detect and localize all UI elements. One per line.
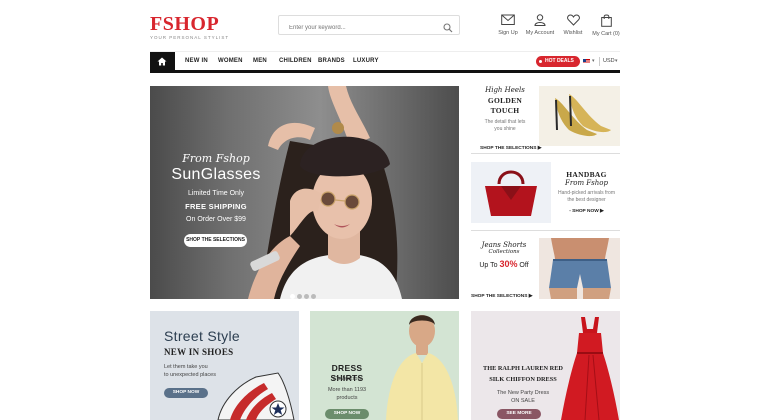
banner-desc: The New Party Dress ON SALE: [474, 389, 572, 405]
banner-desc-line: More than 1193: [327, 387, 367, 393]
logo-text: FSHOP: [150, 13, 220, 35]
banner-street-style[interactable]: Street Style NEW IN SHOES Let them take …: [150, 311, 299, 420]
promo-shop-link[interactable]: SHOP THE SELECTIONS ▶: [480, 146, 541, 151]
logo-tagline: YOUR PERSONAL STYLIST: [150, 35, 230, 40]
slider-dots: [290, 286, 318, 299]
promo-desc-line: you shine: [494, 126, 516, 132]
banner-desc-line: ON SALE: [511, 398, 535, 404]
promo-desc: Hand-picked arrivals from the best design…: [553, 190, 620, 204]
promo-script: Jeans Shorts: [481, 241, 527, 249]
main-nav: NEW IN WOMEN MEN CHILDREN BRANDS LUXURY …: [150, 51, 620, 73]
heart-icon: [555, 14, 591, 26]
header-links: Sign Up My Account Wishlist My Cart (0): [490, 14, 625, 40]
banner-desc-line: Let them take you: [164, 364, 208, 370]
hero-slider[interactable]: From Fshop SunGlasses Limited Time Only …: [150, 86, 459, 299]
promo-divider: [471, 230, 620, 231]
promo-desc-line: The detail that lets: [484, 119, 526, 125]
promo-text: Jeans Shorts Collections Up To 30% Off: [471, 241, 537, 269]
promo-discount-value: 30%: [499, 259, 518, 269]
home-button[interactable]: [150, 52, 175, 71]
cart-label: My Cart (0): [592, 31, 620, 37]
hero-text: From Fshop SunGlasses Limited Time Only …: [170, 152, 262, 224]
signup-label: Sign Up: [498, 30, 518, 36]
nav-men[interactable]: MEN: [253, 58, 267, 64]
nav-women[interactable]: WOMEN: [218, 58, 243, 64]
jeans-shorts-image: [539, 238, 620, 299]
nav-separator: [599, 57, 600, 66]
wishlist-link[interactable]: Wishlist: [555, 14, 591, 36]
hero-line-2: FREE SHIPPING: [185, 202, 247, 211]
hero-line-3: On Order Over $99: [186, 216, 246, 223]
promo-jeans-shorts[interactable]: Jeans Shorts Collections Up To 30% Off S…: [471, 238, 620, 299]
currency-chevron-down-icon[interactable]: ▾: [615, 58, 618, 64]
promo-discount-post: Off: [517, 262, 529, 269]
promo-title: GOLDEN TOUCH: [487, 96, 523, 115]
slider-dot[interactable]: [311, 294, 316, 299]
promo-title: HANDBAG: [566, 170, 607, 179]
promo-discount: Up To 30% Off: [471, 259, 537, 269]
slider-dot[interactable]: [297, 294, 302, 299]
banner-title-line: SILK CHIFFON DRESS: [489, 376, 557, 383]
wishlist-label: Wishlist: [563, 30, 583, 36]
currency-selector[interactable]: USD: [603, 58, 615, 64]
promo-text: High Heels GOLDEN TOUCH The detail that l…: [471, 86, 539, 133]
promo-script-2: Collections: [488, 249, 520, 255]
promo-shop-link[interactable]: SHOP THE SELECTIONS ▶: [471, 294, 532, 299]
banner-dress-shirts[interactable]: DRESS SHIRTS Collection More than 1193 pr…: [310, 311, 459, 420]
sneaker-image: [217, 372, 295, 420]
promo-script: From Fshop: [565, 179, 608, 187]
slider-dot[interactable]: [290, 294, 295, 299]
account-link[interactable]: My Account: [522, 14, 558, 36]
hero-title: SunGlasses: [171, 166, 261, 183]
envelope-icon: [490, 14, 526, 26]
promo-shop-link[interactable]: - SHOP NOW ▶: [553, 209, 620, 214]
promo-divider: [471, 153, 620, 154]
banner-script: Collection: [332, 376, 362, 382]
user-icon: [522, 14, 558, 26]
nav-brands[interactable]: BRANDS: [318, 58, 345, 64]
promo-script: High Heels: [485, 86, 525, 94]
promo-text: HANDBAG From Fshop Hand-picked arrivals …: [553, 168, 620, 214]
promo-desc-line: Hand-picked arrivals from: [558, 190, 615, 196]
search-box: [278, 15, 460, 38]
banner-title-line: THE RALPH LAUREN RED: [483, 365, 563, 372]
promo-desc-line: the best designer: [567, 197, 606, 203]
language-chevron-down-icon[interactable]: ▾: [592, 58, 595, 64]
banner-title: Street Style: [164, 328, 240, 344]
hero-script: From Fshop: [182, 152, 250, 165]
banner-subtitle: NEW IN SHOES: [164, 347, 234, 357]
banner-title: THE RALPH LAUREN RED SILK CHIFFON DRESS: [474, 363, 572, 385]
handbag-image: [471, 162, 551, 223]
promo-discount-pre: Up To: [479, 262, 500, 269]
banner-see-more-button[interactable]: SEE MORE: [497, 409, 541, 419]
banner-red-dress[interactable]: THE RALPH LAUREN RED SILK CHIFFON DRESS T…: [471, 311, 620, 420]
account-label: My Account: [525, 30, 555, 36]
flag-icon[interactable]: [583, 59, 590, 64]
hero-line-1: Limited Time Only: [187, 190, 245, 197]
promo-high-heels[interactable]: High Heels GOLDEN TOUCH The detail that l…: [471, 86, 620, 151]
banner-desc-line: The New Party Dress: [496, 390, 550, 396]
promo-desc: The detail that lets you shine: [471, 119, 539, 133]
search-icon[interactable]: [443, 20, 453, 38]
red-dress-image: [561, 317, 619, 420]
slider-dot[interactable]: [304, 294, 309, 299]
cart-link[interactable]: My Cart (0): [588, 14, 624, 37]
home-icon: [157, 57, 167, 66]
nav-luxury[interactable]: LUXURY: [353, 58, 379, 64]
banner-desc: More than 1193 products: [316, 386, 378, 402]
banner-desc-line: products: [336, 395, 358, 401]
logo[interactable]: FSHOP YOUR PERSONAL STYLIST: [150, 14, 229, 40]
promo-handbag[interactable]: HANDBAG From Fshop Hand-picked arrivals …: [471, 162, 620, 224]
man-shirt-image: [386, 315, 458, 420]
signup-link[interactable]: Sign Up: [490, 14, 526, 36]
search-input[interactable]: [279, 19, 429, 37]
nav-new-in[interactable]: NEW IN: [185, 58, 208, 64]
banner-shop-button[interactable]: SHOP NOW: [164, 388, 208, 398]
hero-shop-button[interactable]: SHOP THE SELECTIONS: [184, 234, 247, 247]
nav-children[interactable]: CHILDREN: [279, 58, 312, 64]
shopping-bag-icon: [588, 14, 624, 27]
banner-shop-button[interactable]: SHOP NOW: [325, 409, 369, 419]
high-heels-image: [539, 86, 620, 146]
hot-deals-button[interactable]: HOT DEALS: [536, 56, 580, 67]
